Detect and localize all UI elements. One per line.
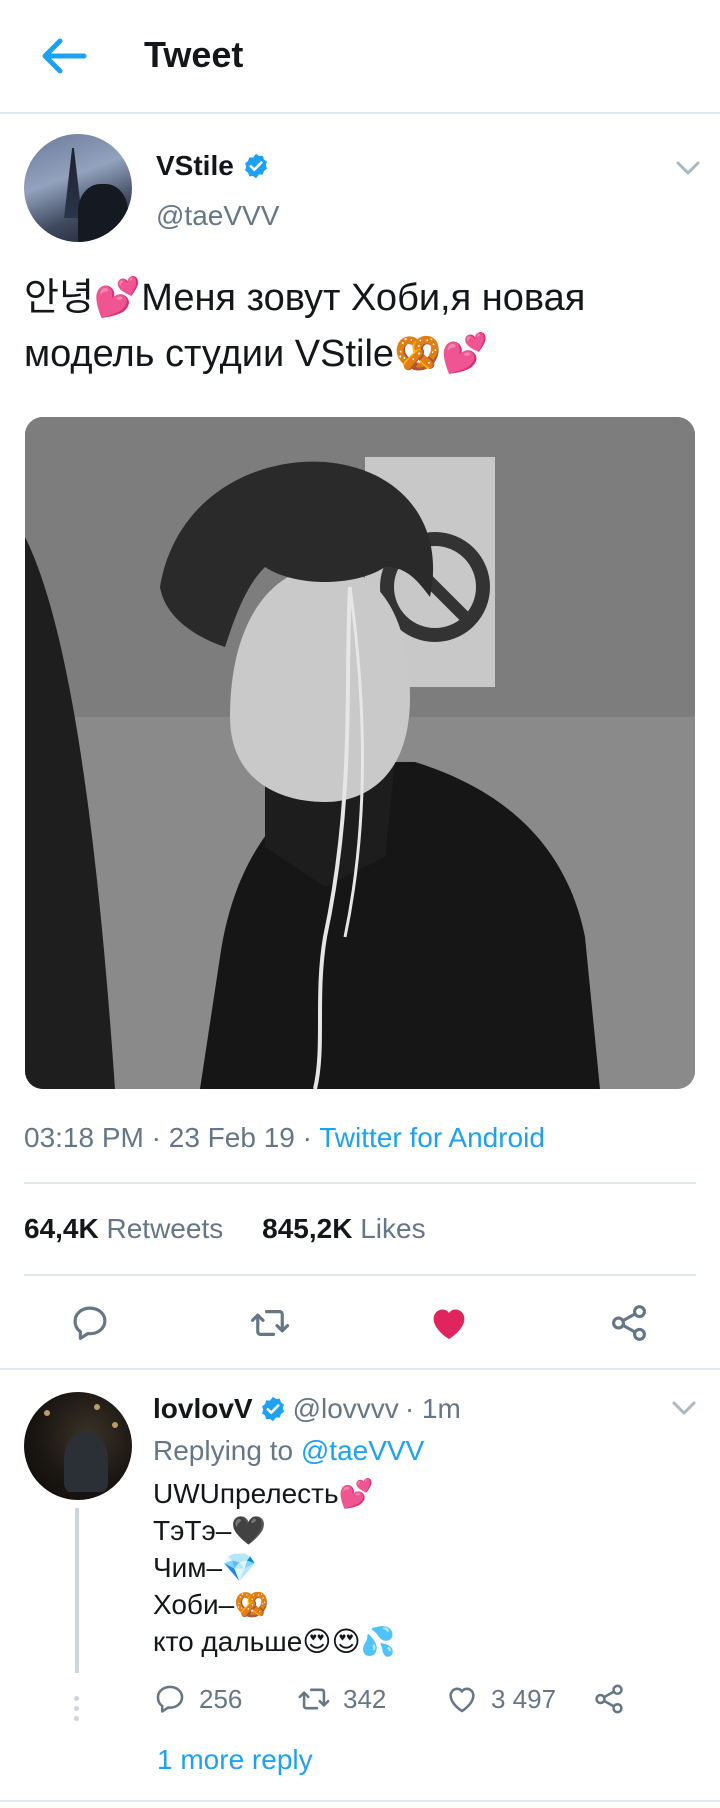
reply-count: 256 [199, 1683, 243, 1714]
meta-separator: · [143, 1122, 169, 1153]
reply-header[interactable]: lovlovV @lovvvv · 1m [153, 1393, 461, 1425]
author-avatar[interactable] [24, 134, 132, 242]
photo-illustration [25, 417, 695, 1089]
tweet-text: 안녕💕Меня зовут Хоби,я новая модель студии… [24, 270, 704, 382]
page-title: Tweet [144, 34, 244, 75]
heart-icon[interactable] [428, 1302, 470, 1344]
reply-author-name[interactable]: lovlovV [153, 1393, 253, 1425]
reply-text-line: Хоби–🥨 [153, 1589, 270, 1620]
reply-share-button[interactable] [592, 1682, 626, 1716]
divider [0, 1800, 720, 1802]
reply-icon [156, 1685, 184, 1713]
retweet-count: 342 [343, 1683, 387, 1714]
meta-separator: · [294, 1122, 320, 1153]
reply-reply-button[interactable]: 256 [153, 1682, 242, 1716]
retweets-stat[interactable]: 64,4K Retweets [24, 1213, 223, 1244]
reply-author-handle[interactable]: @lovvvv [293, 1393, 399, 1425]
top-bar: Tweet [0, 0, 720, 114]
share-icon [595, 1684, 623, 1714]
chevron-down-icon[interactable] [670, 1398, 698, 1418]
tweet-time: 03:18 PM [24, 1122, 144, 1153]
share-icon[interactable] [608, 1302, 650, 1344]
likes-stat[interactable]: 845,2K Likes [262, 1213, 425, 1244]
verified-icon [261, 1396, 284, 1422]
like-count: 3 497 [491, 1683, 557, 1714]
likes-count: 845,2K [262, 1213, 353, 1244]
back-arrow-icon[interactable] [38, 30, 90, 82]
reply-text-line: Чим–💎 [153, 1552, 257, 1583]
replying-to: Replying to @taeVVV [153, 1435, 424, 1467]
reply-text-line: кто дальше😍😍💦 [153, 1626, 396, 1657]
thread-line [75, 1508, 79, 1673]
more-replies-link[interactable]: 1 more reply [157, 1744, 313, 1776]
tweet-text-line: 안녕💕Меня зовут Хоби,я новая [24, 277, 586, 319]
chevron-down-icon[interactable] [674, 158, 702, 178]
reply-text-line: ТэТэ–🖤 [153, 1515, 267, 1546]
heart-outline-icon [449, 1687, 475, 1713]
thread-dots [74, 1696, 80, 1726]
tweet-meta: 03:18 PM · 23 Feb 19 · Twitter for Andro… [24, 1122, 545, 1154]
reply-like-button[interactable]: 3 497 [445, 1682, 556, 1716]
replying-prefix: Replying to [153, 1435, 294, 1466]
replying-to-mention[interactable]: @taeVVV [301, 1435, 424, 1466]
retweet-icon [298, 1688, 330, 1710]
tweet-text-line: модель студии VStile🥨💕 [24, 333, 489, 375]
likes-label: Likes [360, 1213, 426, 1244]
divider [24, 1274, 696, 1276]
reply-avatar[interactable] [24, 1392, 132, 1500]
reply-text: UWUпрелесть💕 ТэТэ–🖤 Чим–💎 Хоби–🥨 кто дал… [153, 1475, 396, 1660]
author-handle[interactable]: @taeVVV [156, 200, 279, 232]
tweet-photo[interactable] [25, 417, 695, 1089]
tweet-stats: 64,4K Retweets 845,2K Likes [24, 1213, 426, 1245]
reply-text-line: UWUпрелесть💕 [153, 1478, 374, 1509]
reply-time: · 1m [404, 1393, 461, 1424]
reply-icon[interactable] [69, 1302, 111, 1344]
tweet-date: 23 Feb 19 [168, 1122, 295, 1153]
reply-retweet-button[interactable]: 342 [297, 1682, 386, 1716]
retweets-count: 64,4K [24, 1213, 99, 1244]
verified-icon [244, 153, 267, 179]
divider [24, 1182, 696, 1184]
retweets-label: Retweets [106, 1213, 224, 1244]
author-name[interactable]: VStile [156, 150, 234, 182]
divider [0, 1368, 720, 1370]
author-name-row[interactable]: VStile [156, 150, 270, 182]
retweet-icon[interactable] [249, 1302, 291, 1344]
tweet-source-link[interactable]: Twitter for Android [319, 1122, 545, 1153]
